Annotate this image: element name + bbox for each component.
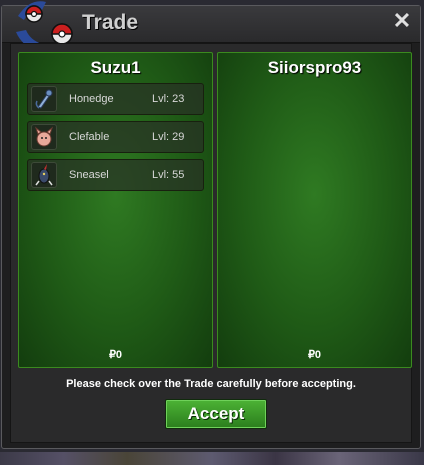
window-title: Trade (82, 11, 139, 34)
left-trader-name: Suzu1 (90, 58, 141, 77)
right-trade-panel: Siiorspro93 ₽0 (217, 52, 412, 368)
pokemon-row-honedge[interactable]: Honedge Lvl: 23 (27, 83, 204, 115)
right-trader-name: Siiorspro93 (267, 58, 362, 77)
pokemon-name: Clefable (69, 131, 110, 143)
pokemon-row-clefable[interactable]: Clefable Lvl: 29 (27, 121, 204, 153)
left-pokemon-list: Honedge Lvl: 23 Clefable Lvl: 29 Sneasel… (27, 83, 204, 197)
pokemon-name: Sneasel (69, 169, 109, 181)
clefable-sprite-icon (31, 124, 57, 150)
left-money-amount: ₽0 (108, 349, 123, 361)
trade-notice: Please check over the Trade carefully be… (66, 378, 356, 390)
left-trade-panel: Suzu1 Honedge Lvl: 23 Clefable Lvl: 29 S… (18, 52, 213, 368)
right-money-amount: ₽0 (307, 349, 322, 361)
pokemon-level: Lvl: 23 (152, 93, 185, 105)
pokemon-level: Lvl: 55 (152, 169, 185, 181)
pokemon-row-sneasel[interactable]: Sneasel Lvl: 55 (27, 159, 204, 191)
accept-button[interactable]: Accept (165, 399, 267, 429)
pokemon-level: Lvl: 29 (152, 131, 185, 143)
close-icon[interactable]: ✕ (392, 10, 412, 32)
title-bar: Trade ✕ (2, 1, 420, 52)
pokemon-name: Honedge (69, 93, 114, 105)
trade-content: Suzu1 Honedge Lvl: 23 Clefable Lvl: 29 S… (10, 43, 412, 443)
sneasel-sprite-icon (31, 162, 57, 188)
honedge-sprite-icon (31, 86, 57, 112)
trade-window: Trade ✕ Suzu1 Honedge Lvl: 23 Clefable L… (1, 1, 421, 449)
background-scene (0, 452, 424, 465)
